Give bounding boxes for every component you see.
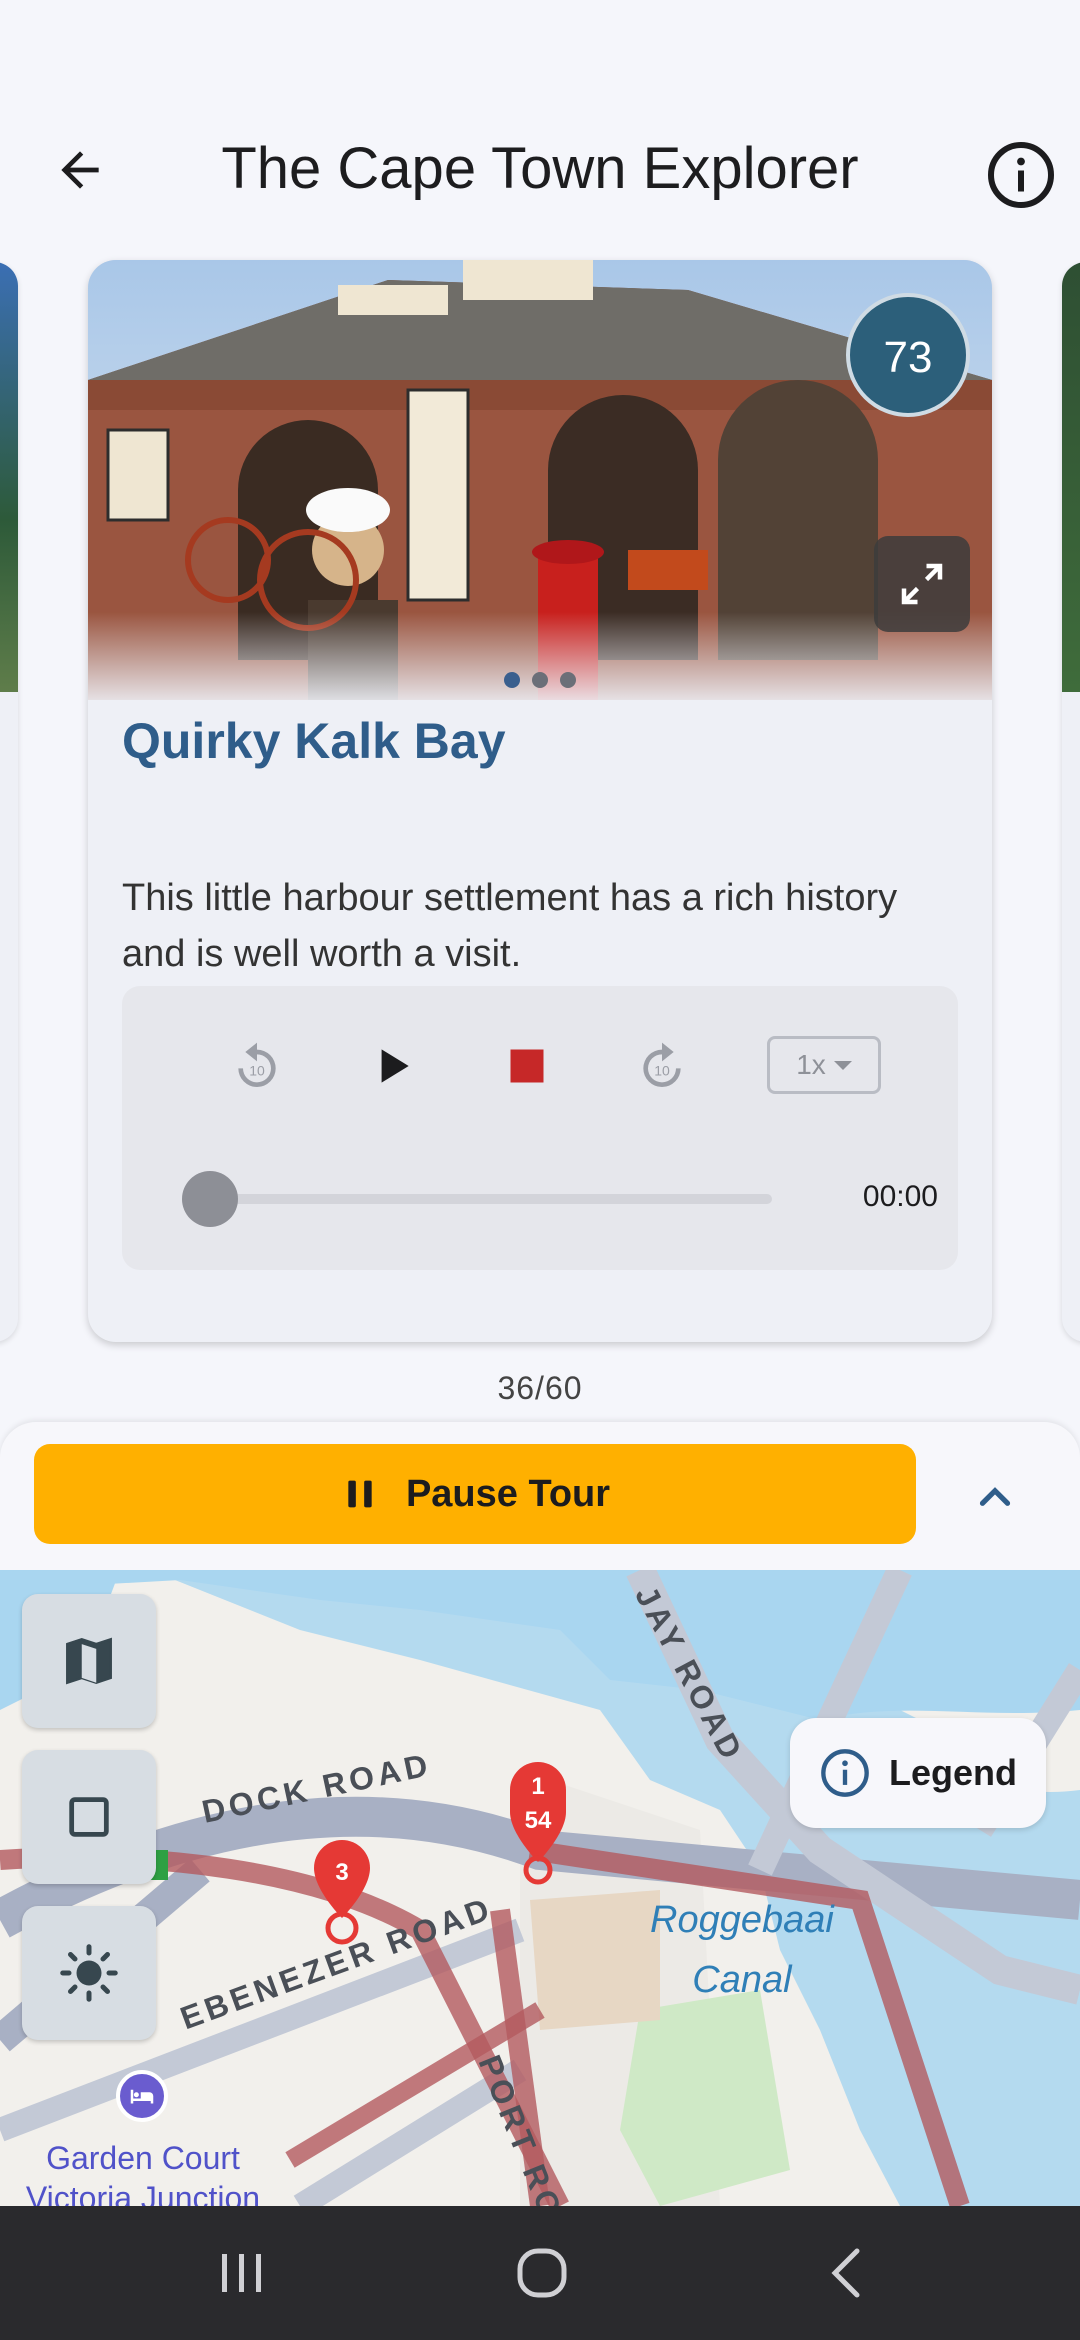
previous-stop-card[interactable] xyxy=(0,262,18,1342)
playback-speed-select[interactable]: 1x xyxy=(767,1036,881,1094)
legend-button[interactable]: Legend xyxy=(790,1718,1046,1828)
recents-icon xyxy=(222,2254,261,2292)
expand-sheet-button[interactable] xyxy=(950,1452,1040,1542)
next-stop-card[interactable] xyxy=(1062,262,1080,1342)
chevron-up-icon xyxy=(979,1487,1011,1506)
svg-text:3: 3 xyxy=(335,1859,348,1886)
poi-label[interactable]: Garden Court Victoria Junction xyxy=(20,2138,266,2206)
play-icon xyxy=(381,1049,409,1083)
map-fit-button[interactable] xyxy=(22,1750,156,1884)
hotel-poi-icon[interactable] xyxy=(116,2070,168,2122)
map-type-button[interactable] xyxy=(22,1594,156,1728)
svg-text:54: 54 xyxy=(525,1807,552,1834)
stop-icon xyxy=(510,1049,544,1083)
canal-label-line: Canal xyxy=(692,1959,792,2001)
back-button[interactable] xyxy=(40,130,120,210)
pause-icon xyxy=(348,1480,372,1508)
rewind-10-button[interactable]: 10 xyxy=(217,1026,297,1106)
svg-text:1: 1 xyxy=(531,1773,544,1800)
map-marker[interactable]: 3 xyxy=(310,1838,374,1948)
carousel-dot[interactable] xyxy=(504,672,520,688)
carousel-dots xyxy=(88,672,992,688)
info-button[interactable] xyxy=(976,130,1066,220)
poi-label-line: Garden Court xyxy=(46,2140,240,2176)
system-back-button[interactable] xyxy=(786,2236,906,2310)
home-icon xyxy=(517,2248,567,2298)
stop-photo[interactable]: 73 xyxy=(88,260,992,700)
pause-tour-label: Pause Tour xyxy=(405,1472,611,1515)
info-icon xyxy=(821,1749,869,1797)
forward-10-icon: 10 xyxy=(643,1042,681,1087)
tour-map[interactable]: 3 1 54 DOCK ROAD EBENEZER ROAD PORT ROAD… xyxy=(0,1570,1080,2206)
speed-value: 1x xyxy=(796,1049,826,1080)
carousel-dot[interactable] xyxy=(560,672,576,688)
sun-icon xyxy=(60,1944,118,2002)
map-icon xyxy=(66,1637,112,1685)
arrow-left-icon xyxy=(61,151,99,189)
carousel-dot[interactable] xyxy=(532,672,548,688)
fullscreen-button[interactable] xyxy=(874,536,970,632)
stop-card: 73 Quirky Kalk Bay This little harbour s… xyxy=(88,260,992,1342)
app-header: The Cape Town Explorer xyxy=(0,0,1080,250)
bed-icon xyxy=(130,2089,154,2104)
stop-title: Quirky Kalk Bay xyxy=(122,713,506,769)
stop-button[interactable] xyxy=(487,1026,567,1106)
forward-10-button[interactable]: 10 xyxy=(622,1026,702,1106)
progress-thumb[interactable] xyxy=(182,1171,238,1227)
playback-time: 00:00 xyxy=(862,1180,938,1213)
expand-icon xyxy=(901,563,943,605)
legend-label: Legend xyxy=(888,1752,1017,1793)
svg-text:10: 10 xyxy=(654,1062,670,1078)
map-theme-button[interactable] xyxy=(22,1906,156,2040)
caret-down-icon xyxy=(833,1060,852,1070)
canal-label-line: Roggebaai xyxy=(650,1899,834,1941)
tour-sheet: Pause Tour xyxy=(0,1422,1080,1572)
map-marker[interactable]: 1 54 xyxy=(506,1760,570,1890)
svg-text:10: 10 xyxy=(249,1062,265,1078)
pause-tour-button[interactable]: Pause Tour xyxy=(34,1444,916,1544)
audio-player: 10 10 1x 00:00 xyxy=(122,986,958,1270)
square-icon xyxy=(69,1797,109,1837)
poi-label-line: Victoria Junction xyxy=(25,2180,261,2206)
system-nav-bar xyxy=(0,2206,1080,2340)
canal-label: Roggebaai Canal xyxy=(650,1890,834,2010)
kalk-bay-shop-image: 73 xyxy=(88,260,992,700)
stop-counter: 36/60 xyxy=(497,1370,583,1406)
home-button[interactable] xyxy=(482,2236,602,2310)
stop-description: This little harbour settlement has a ric… xyxy=(122,877,898,975)
replay-10-icon: 10 xyxy=(238,1042,276,1087)
progress-track[interactable] xyxy=(210,1194,772,1204)
recent-apps-button[interactable] xyxy=(182,2236,302,2310)
play-button[interactable] xyxy=(352,1026,432,1106)
page-title: The Cape Town Explorer xyxy=(221,136,859,201)
info-icon xyxy=(988,142,1054,208)
back-icon xyxy=(831,2248,860,2298)
